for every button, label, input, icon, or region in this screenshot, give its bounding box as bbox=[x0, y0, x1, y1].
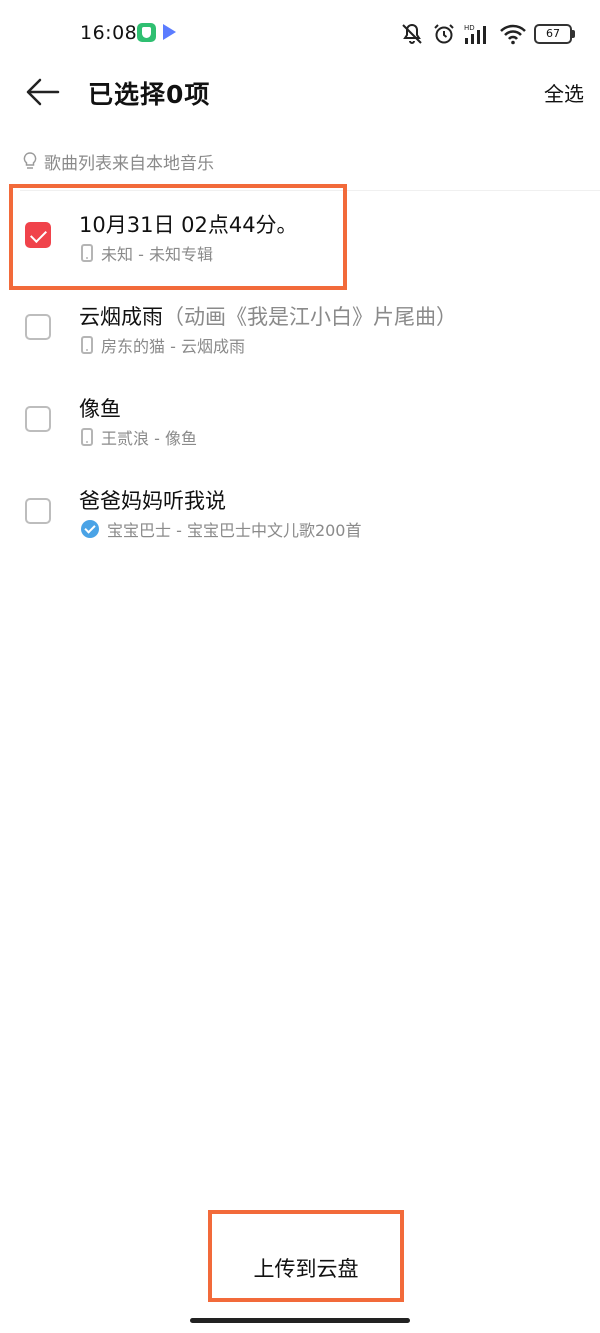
song-title: 像鱼 bbox=[79, 397, 121, 421]
arrow-left-icon bbox=[26, 78, 60, 106]
highlight-box-selected-song bbox=[9, 184, 347, 290]
hint: 歌曲列表来自本地音乐 bbox=[22, 148, 214, 174]
hint-text: 歌曲列表来自本地音乐 bbox=[44, 153, 214, 174]
lightbulb-icon bbox=[23, 152, 37, 169]
song-artist-album: 宝宝巴士 - 宝宝巴士中文儿歌200首 bbox=[107, 521, 362, 540]
home-indicator[interactable] bbox=[190, 1318, 410, 1323]
song-title: 云烟成雨（动画《我是江小白》片尾曲） bbox=[79, 305, 457, 329]
checkbox[interactable] bbox=[25, 498, 51, 524]
song-item[interactable]: 云烟成雨（动画《我是江小白》片尾曲） 房东的猫 - 云烟成雨 bbox=[0, 284, 600, 376]
status-bar: 16:08 HD 67 bbox=[0, 0, 600, 66]
status-time: 16:08 bbox=[80, 22, 138, 44]
song-item[interactable]: 爸爸妈妈听我说 宝宝巴士 - 宝宝巴士中文儿歌200首 bbox=[0, 468, 600, 560]
highlight-box-upload bbox=[208, 1210, 404, 1302]
hd-signal-icon: HD bbox=[464, 24, 486, 44]
svg-text:HD: HD bbox=[464, 24, 475, 32]
verified-icon bbox=[81, 520, 99, 538]
battery-icon: 67 bbox=[534, 24, 575, 44]
shield-app-icon bbox=[137, 23, 156, 42]
checkbox[interactable] bbox=[25, 406, 51, 432]
wifi-icon bbox=[500, 24, 526, 45]
song-meta: 宝宝巴士 - 宝宝巴士中文儿歌200首 bbox=[81, 518, 362, 540]
select-all-button[interactable]: 全选 bbox=[544, 78, 584, 107]
alarm-icon bbox=[434, 24, 454, 44]
play-app-icon bbox=[163, 24, 176, 40]
status-icons: HD 67 bbox=[400, 20, 575, 48]
mute-icon bbox=[402, 23, 422, 44]
song-title: 爸爸妈妈听我说 bbox=[79, 489, 226, 513]
back-button[interactable] bbox=[22, 72, 62, 112]
song-meta: 房东的猫 - 云烟成雨 bbox=[81, 334, 245, 356]
device-icon bbox=[81, 428, 93, 446]
page-title: 已选择0项 bbox=[88, 80, 211, 109]
song-meta: 王贰浪 - 像鱼 bbox=[81, 426, 197, 448]
header: 已选择0项 全选 bbox=[0, 66, 600, 116]
checkbox[interactable] bbox=[25, 314, 51, 340]
song-artist-album: 王贰浪 - 像鱼 bbox=[101, 429, 197, 448]
song-item[interactable]: 像鱼 王贰浪 - 像鱼 bbox=[0, 376, 600, 468]
device-icon bbox=[81, 336, 93, 354]
song-artist-album: 房东的猫 - 云烟成雨 bbox=[101, 337, 245, 356]
